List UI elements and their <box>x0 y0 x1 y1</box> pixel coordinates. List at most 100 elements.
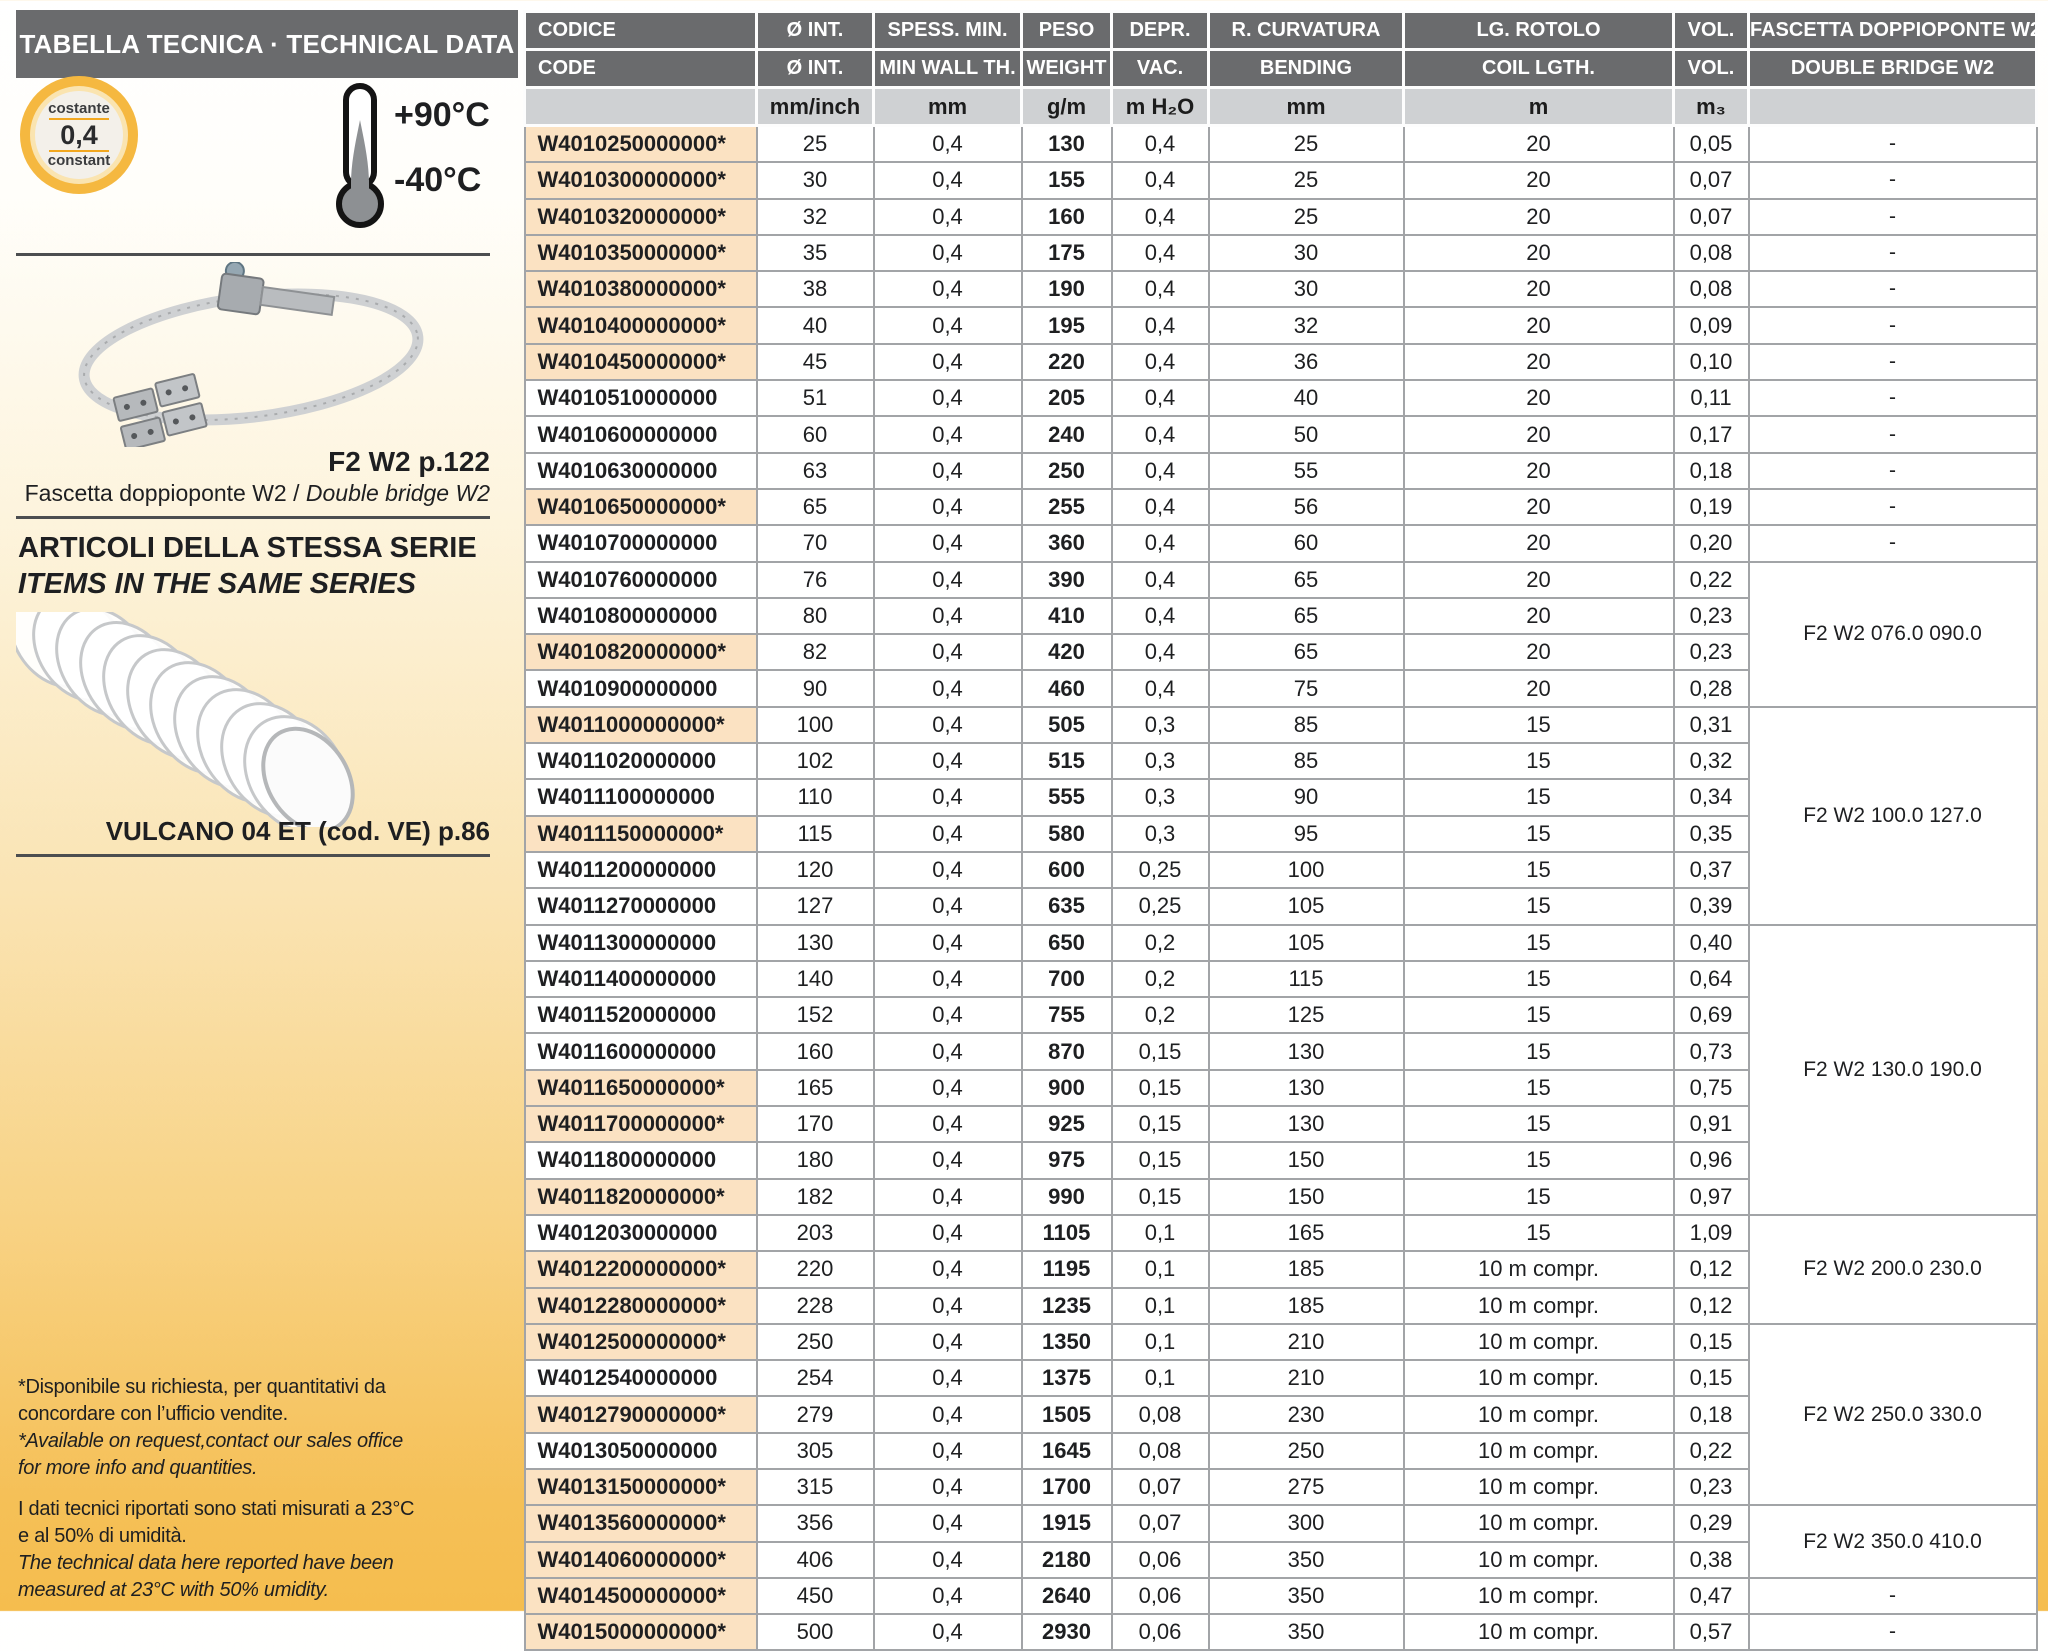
col-header-volume: VOL. <box>1674 12 1749 50</box>
bending-cell: 105 <box>1209 888 1404 924</box>
vacuum-cell: 0,4 <box>1112 126 1209 163</box>
volume-cell: 0,12 <box>1674 1288 1749 1324</box>
vacuum-cell: 0,4 <box>1112 416 1209 452</box>
vacuum-cell: 0,15 <box>1112 1106 1209 1142</box>
volume-cell: 0,23 <box>1674 1469 1749 1505</box>
technical-data-table: CODICE Ø INT. SPESS. MIN. PESO DEPR. R. … <box>523 10 2038 1651</box>
diameter-cell: 80 <box>757 598 874 634</box>
wall-cell: 0,4 <box>874 1142 1022 1178</box>
hose-caption: VULCANO 04 ET (cod. VE) p.86 <box>16 816 490 847</box>
volume-cell: 0,47 <box>1674 1578 1749 1614</box>
col-header-coil: COIL LGTH. <box>1404 50 1674 88</box>
vacuum-cell: 0,15 <box>1112 1033 1209 1069</box>
col-header-bridge: DOUBLE BRIDGE W2 <box>1749 50 2037 88</box>
volume-cell: 0,05 <box>1674 126 1749 163</box>
code-cell: W4010600000000 <box>525 416 757 452</box>
vacuum-cell: 0,15 <box>1112 1179 1209 1215</box>
bending-cell: 75 <box>1209 670 1404 706</box>
diameter-cell: 140 <box>757 961 874 997</box>
code-cell: W4010760000000 <box>525 562 757 598</box>
wall-cell: 0,4 <box>874 1396 1022 1432</box>
wall-cell: 0,4 <box>874 816 1022 852</box>
coil-cell: 15 <box>1404 888 1674 924</box>
bending-cell: 185 <box>1209 1251 1404 1287</box>
volume-cell: 0,38 <box>1674 1542 1749 1578</box>
table-row: W4010250000000*250,41300,425200,05- <box>525 126 2037 163</box>
diameter-cell: 170 <box>757 1106 874 1142</box>
table-row: W4010650000000*650,42550,456200,19- <box>525 489 2037 525</box>
code-cell: W4010380000000* <box>525 271 757 307</box>
bending-cell: 230 <box>1209 1396 1404 1432</box>
weight-cell: 870 <box>1022 1033 1112 1069</box>
diameter-cell: 35 <box>757 235 874 271</box>
code-cell: W4012790000000* <box>525 1396 757 1432</box>
vacuum-cell: 0,4 <box>1112 525 1209 561</box>
bending-cell: 275 <box>1209 1469 1404 1505</box>
volume-cell: 0,40 <box>1674 925 1749 961</box>
divider-rule <box>16 516 490 519</box>
wall-cell: 0,4 <box>874 598 1022 634</box>
wall-cell: 0,4 <box>874 235 1022 271</box>
constant-vacuum-badge: costante 0,4 constant <box>20 76 138 194</box>
diameter-cell: 127 <box>757 888 874 924</box>
bending-cell: 32 <box>1209 307 1404 343</box>
diameter-cell: 65 <box>757 489 874 525</box>
diameter-cell: 315 <box>757 1469 874 1505</box>
code-cell: W4012500000000* <box>525 1324 757 1360</box>
volume-cell: 0,91 <box>1674 1106 1749 1142</box>
vacuum-cell: 0,4 <box>1112 199 1209 235</box>
volume-cell: 0,96 <box>1674 1142 1749 1178</box>
table-row: W4010300000000*300,41550,425200,07- <box>525 162 2037 198</box>
series-heading: ARTICOLI DELLA STESSA SERIE ITEMS IN THE… <box>18 530 477 602</box>
wall-cell: 0,4 <box>874 1215 1022 1251</box>
code-cell: W4011820000000* <box>525 1179 757 1215</box>
weight-cell: 155 <box>1022 162 1112 198</box>
bridge-cell: - <box>1749 453 2037 489</box>
vacuum-cell: 0,4 <box>1112 453 1209 489</box>
code-cell: W4015000000000* <box>525 1614 757 1650</box>
coil-cell: 15 <box>1404 997 1674 1033</box>
vacuum-cell: 0,25 <box>1112 888 1209 924</box>
wall-cell: 0,4 <box>874 126 1022 163</box>
bending-cell: 130 <box>1209 1070 1404 1106</box>
diameter-cell: 406 <box>757 1542 874 1578</box>
coil-cell: 20 <box>1404 525 1674 561</box>
vacuum-cell: 0,4 <box>1112 162 1209 198</box>
col-header-wall: MIN WALL TH. <box>874 50 1022 88</box>
bending-cell: 60 <box>1209 525 1404 561</box>
volume-cell: 0,32 <box>1674 743 1749 779</box>
code-cell: W4014060000000* <box>525 1542 757 1578</box>
coil-cell: 20 <box>1404 307 1674 343</box>
volume-cell: 0,12 <box>1674 1251 1749 1287</box>
volume-cell: 0,08 <box>1674 235 1749 271</box>
wall-cell: 0,4 <box>874 961 1022 997</box>
coil-cell: 15 <box>1404 743 1674 779</box>
wall-cell: 0,4 <box>874 453 1022 489</box>
weight-cell: 700 <box>1022 961 1112 997</box>
diameter-cell: 110 <box>757 779 874 815</box>
code-cell: W4011300000000 <box>525 925 757 961</box>
vacuum-cell: 0,4 <box>1112 562 1209 598</box>
table-row: W4010510000000510,42050,440200,11- <box>525 380 2037 416</box>
vacuum-cell: 0,4 <box>1112 235 1209 271</box>
coil-cell: 20 <box>1404 344 1674 380</box>
bridge-cell: F2 W2 100.0 127.0 <box>1749 707 2037 925</box>
note-conditions-it: I dati tecnici riportati sono stati misu… <box>18 1496 520 1550</box>
bending-cell: 130 <box>1209 1033 1404 1069</box>
wall-cell: 0,4 <box>874 997 1022 1033</box>
diameter-cell: 152 <box>757 997 874 1033</box>
bending-cell: 36 <box>1209 344 1404 380</box>
coil-cell: 15 <box>1404 961 1674 997</box>
bending-cell: 150 <box>1209 1142 1404 1178</box>
bending-cell: 56 <box>1209 489 1404 525</box>
col-header-bending: BENDING <box>1209 50 1404 88</box>
bending-cell: 125 <box>1209 997 1404 1033</box>
temp-min-label: -40°C <box>394 161 490 200</box>
vacuum-cell: 0,1 <box>1112 1215 1209 1251</box>
vacuum-cell: 0,2 <box>1112 961 1209 997</box>
bridge-cell: - <box>1749 489 2037 525</box>
code-cell: W4010350000000* <box>525 235 757 271</box>
wall-cell: 0,4 <box>874 1360 1022 1396</box>
badge-label-bottom: constant <box>48 153 111 169</box>
volume-cell: 0,28 <box>1674 670 1749 706</box>
